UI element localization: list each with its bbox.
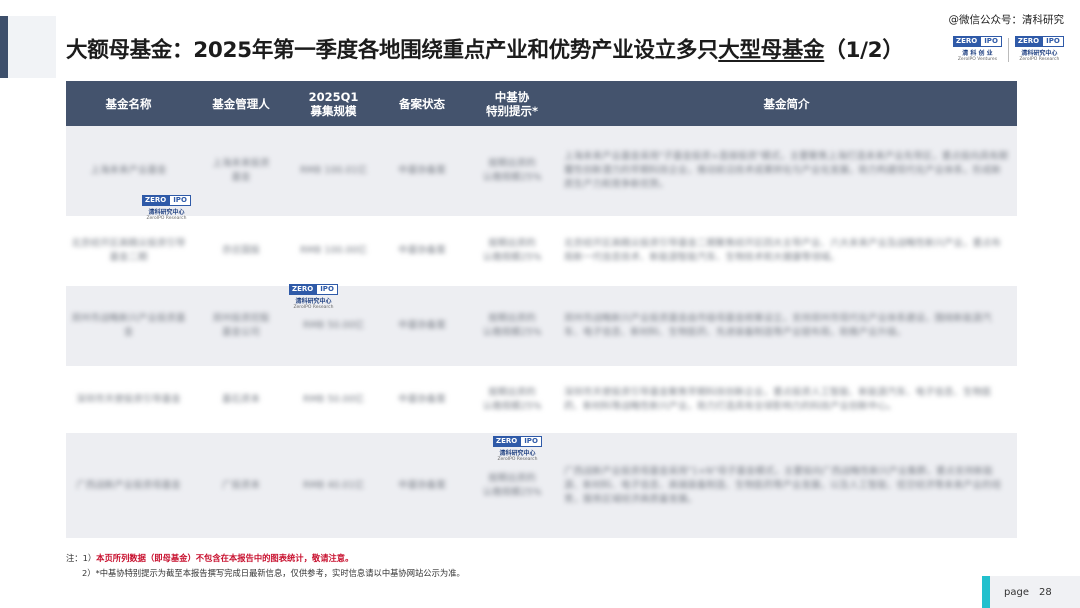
table-row: 深圳市天使投资引导基金 基石资本 RMB 50.00亿 中基协备案 按期出资的 … bbox=[66, 366, 1017, 433]
header-fund-manager: 基金管理人 bbox=[212, 96, 270, 111]
zeroipo-watermark-logo: ZERO IPO 清科研究中心 ZeroIPO Research bbox=[142, 195, 191, 221]
cell-description: 北京经开区高精尖投资引导基金二期聚焦经开区四大主导产业、六大未来产业及战略性新兴… bbox=[564, 238, 1002, 263]
cell-status: 中基协备案 bbox=[398, 245, 446, 256]
cell-scale: RMB 100.00亿 bbox=[299, 245, 368, 256]
wechat-watermark: @微信公众号：清科研究 bbox=[948, 14, 1065, 26]
cell-scale: RMB 100.01亿 bbox=[299, 165, 368, 176]
zeroipo-ventures-logo: ZERO IPO 清 科 创 业 ZeroIPO Ventures bbox=[953, 36, 1002, 62]
header-amac-note: 中基协 特别提示* bbox=[485, 89, 538, 118]
header-fund-name: 基金名称 bbox=[105, 96, 152, 111]
cell-description: 深圳市天使投资引导基金聚焦早期科技创新企业，重点投资人工智能、新能源汽车、电子信… bbox=[564, 386, 992, 412]
table-row: 郑州市战略新兴产业投资基金 郑州投资控股 基金公司 RMB 50.00亿 中基协… bbox=[66, 286, 1017, 366]
page-indicator: page 28 bbox=[982, 576, 1080, 608]
cell-description: 广西战新产业投资母基金采用"1+N"母子基金模式，主要投向广西战略性新兴产业集群… bbox=[564, 465, 1002, 505]
zeroipo-watermark-logo: ZERO IPO 清科研究中心 ZeroIPO Research bbox=[289, 284, 338, 310]
cell-tip: 按期出资的 认缴规模25% bbox=[482, 386, 542, 412]
cell-fund-name: 广西战新产业投资母基金 bbox=[76, 479, 181, 491]
cell-manager: 郑州投资控股 基金公司 bbox=[212, 313, 270, 338]
logo-divider bbox=[1007, 38, 1009, 62]
left-accent-shade bbox=[8, 16, 56, 78]
footnote-1: 注：1）本页所列数据（即母基金）不包含在本报告中的图表统计，敬请注意。 bbox=[66, 553, 354, 563]
cell-description: 郑州市战略新兴产业投资基金由市级母基金统筹设立，支持郑州市现代化产业体系建设，围… bbox=[564, 313, 992, 338]
zeroipo-research-logo: ZERO IPO 清科研究中心 ZeroIPO Research bbox=[1014, 36, 1064, 62]
header-fundraising-scale: 2025Q1 募集规模 bbox=[308, 89, 359, 118]
cell-tip: 按期出资的 认缴规模25% bbox=[482, 313, 542, 338]
cell-status: 中基协备案 bbox=[398, 320, 446, 331]
cell-status: 中基协备案 bbox=[398, 479, 446, 491]
cell-description: 上海未来产业基金采用"子基金投资+直接投资"模式，主要聚焦上海打造未来产业先导区… bbox=[564, 151, 1009, 190]
cell-status: 中基协备案 bbox=[398, 165, 446, 176]
table-row: 上海未来产业基金 上海未来投资 基金 RMB 100.01亿 中基协备案 按期出… bbox=[66, 126, 1017, 216]
left-accent-bar bbox=[0, 16, 8, 78]
cell-manager: 上海未来投资 基金 bbox=[212, 158, 270, 183]
footnote-2: 2）*中基协特别提示为截至本报告撰写完成日最新信息，仅供参考，实时信息请以中基协… bbox=[82, 568, 465, 578]
page-accent-stripe bbox=[982, 576, 990, 608]
header-logos: ZERO IPO 清 科 创 业 ZeroIPO Ventures ZERO IPO… bbox=[953, 36, 1064, 62]
title-main: 大额母基金：2025年第一季度各地围绕重点产业和优势产业设立多只 bbox=[66, 38, 719, 63]
page-label: page bbox=[1004, 586, 1029, 598]
cell-scale: RMB 50.00亿 bbox=[302, 393, 365, 405]
header-fund-description: 基金简介 bbox=[763, 96, 810, 111]
table-header-row: 基金名称 基金管理人 2025Q1 募集规模 备案状态 中基协 特别提示* 基金… bbox=[66, 81, 1017, 126]
cell-manager: 基石资本 bbox=[221, 393, 260, 405]
fund-table: 基金名称 基金管理人 2025Q1 募集规模 备案状态 中基协 特别提示* 基金… bbox=[66, 81, 1017, 538]
cell-status: 中基协备案 bbox=[398, 393, 446, 405]
cell-fund-name: 郑州市战略新兴产业投资基金 bbox=[71, 313, 186, 338]
cell-scale: RMB 40.01亿 bbox=[302, 479, 365, 491]
footnotes: 注：1）本页所列数据（即母基金）不包含在本报告中的图表统计，敬请注意。 2）*中… bbox=[66, 551, 465, 581]
page-number: 28 bbox=[1038, 586, 1052, 598]
cell-manager: 广投资本 bbox=[221, 479, 260, 491]
cell-tip: 按期出资的 认缴规模25% bbox=[482, 238, 542, 263]
table-row: 北京经开区高精尖投资引导基金二期 亦庄国投 RMB 100.00亿 中基协备案 … bbox=[66, 216, 1017, 286]
cell-fund-name: 北京经开区高精尖投资引导基金二期 bbox=[71, 238, 186, 263]
header-filing-status: 备案状态 bbox=[399, 96, 445, 111]
cell-manager: 亦庄国投 bbox=[221, 245, 260, 256]
title-underlined: 大型母基金 bbox=[718, 38, 825, 63]
title-suffix: （1/2） bbox=[824, 38, 904, 63]
zeroipo-watermark-logo: ZERO IPO 清科研究中心 ZeroIPO Research bbox=[493, 436, 542, 462]
cell-fund-name: 深圳市天使投资引导基金 bbox=[76, 393, 181, 405]
page-title: 大额母基金：2025年第一季度各地围绕重点产业和优势产业设立多只大型母基金（1/… bbox=[66, 33, 904, 64]
cell-tip: 按期出资的 认缴规模25% bbox=[482, 158, 542, 183]
